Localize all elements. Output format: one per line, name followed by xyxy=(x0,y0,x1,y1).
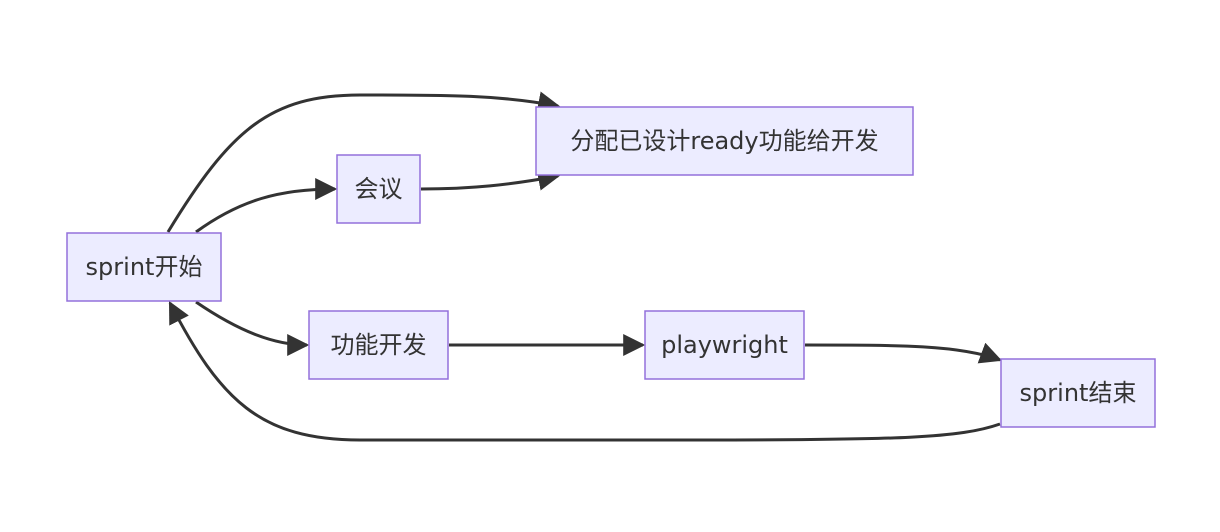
node-feature-dev[interactable]: 功能开发 xyxy=(308,310,449,380)
node-sprint-end[interactable]: sprint结束 xyxy=(1000,358,1156,428)
node-label: 分配已设计ready功能给开发 xyxy=(570,127,878,155)
edge-sprint-start-to-meeting xyxy=(195,178,338,234)
node-label: 功能开发 xyxy=(331,331,427,359)
node-meeting[interactable]: 会议 xyxy=(336,154,421,224)
node-playwright[interactable]: playwright xyxy=(644,310,805,380)
edge-playwright-to-sprint-end xyxy=(804,342,1003,364)
node-label: sprint结束 xyxy=(1020,379,1137,407)
edge-meeting-to-assign xyxy=(420,168,561,191)
flowchart: sprint开始 会议 分配已设计ready功能给开发 功能开发 playwri… xyxy=(66,91,1156,442)
node-label: 会议 xyxy=(355,175,403,203)
node-assign[interactable]: 分配已设计ready功能给开发 xyxy=(535,106,914,176)
node-sprint-start[interactable]: sprint开始 xyxy=(66,232,222,302)
node-label: playwright xyxy=(661,331,788,359)
edge-sprint-end-to-sprint-start xyxy=(168,301,1001,442)
edge-sprint-start-to-feature-dev xyxy=(195,300,310,356)
node-label: sprint开始 xyxy=(86,253,203,281)
